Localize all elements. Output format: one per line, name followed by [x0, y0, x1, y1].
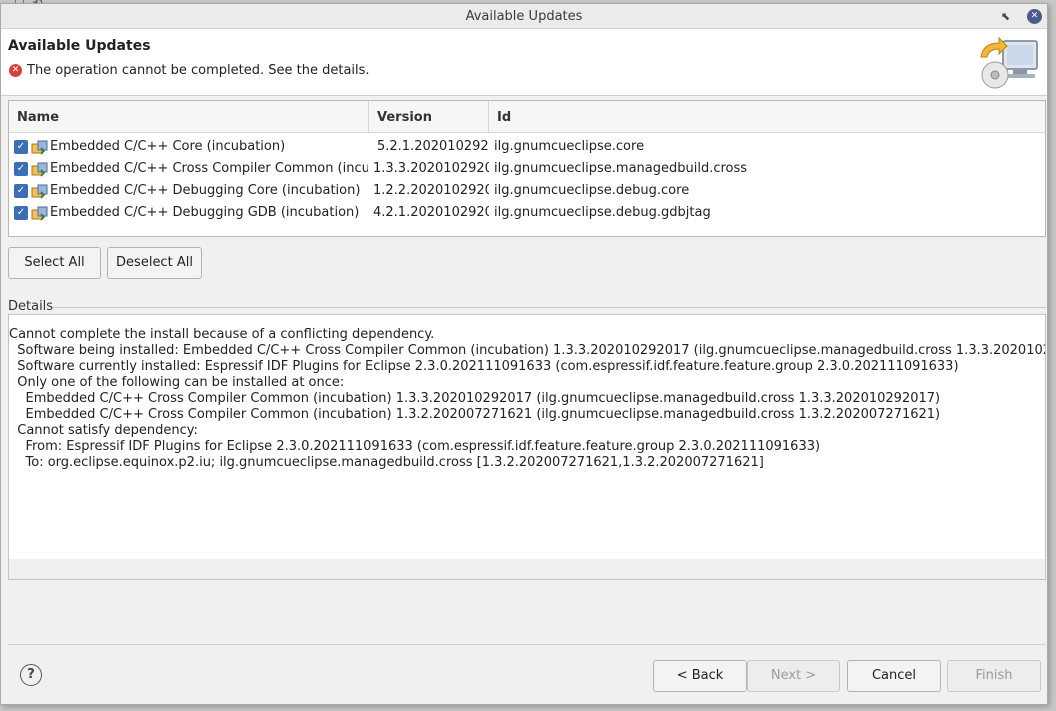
footer-separator: [8, 644, 1046, 645]
row-id: ilg.gnumcueclipse.core: [494, 139, 645, 154]
row-version: 5.2.1.2020102920: [377, 139, 489, 154]
details-footer-strip: [9, 559, 1045, 579]
feature-icon: [31, 162, 48, 177]
row-version: 1.3.3.2020102920: [373, 161, 489, 176]
table-row[interactable]: ✓ Embedded C/C++ Cross Compiler Common (…: [9, 158, 1045, 180]
details-line: Cannot complete the install because of a…: [9, 327, 435, 342]
details-text-area[interactable]: Cannot complete the install because of a…: [8, 314, 1046, 580]
feature-icon: [31, 184, 48, 199]
finish-button[interactable]: Finish: [947, 660, 1041, 692]
row-checkbox[interactable]: ✓: [14, 206, 28, 220]
row-name: Embedded C/C++ Debugging Core (incubatio…: [50, 183, 361, 198]
row-id: ilg.gnumcueclipse.debug.core: [494, 183, 690, 198]
error-icon: ✕: [9, 64, 22, 77]
details-line: From: Espressif IDF Plugins for Eclipse …: [9, 439, 821, 454]
details-line: Software being installed: Embedded C/C++…: [9, 343, 1046, 358]
window-title: Available Updates: [465, 9, 583, 24]
available-updates-dialog: Available Updates ⬉ ✕ Available Updates …: [0, 3, 1048, 705]
error-message-text: The operation cannot be completed. See t…: [27, 63, 370, 78]
row-name: Embedded C/C++ Core (incubation): [50, 139, 286, 154]
row-name: Embedded C/C++ Debugging GDB (incubation…: [50, 205, 360, 220]
row-checkbox[interactable]: ✓: [14, 184, 28, 198]
page-title: Available Updates: [8, 38, 151, 54]
details-line: To: org.eclipse.equinox.p2.iu; ilg.gnumc…: [9, 455, 764, 470]
details-line: Only one of the following can be install…: [9, 375, 345, 390]
title-bar: Available Updates ⬉ ✕: [1, 4, 1047, 29]
restore-icon[interactable]: ⬉: [998, 9, 1013, 24]
help-icon[interactable]: ?: [20, 664, 42, 686]
row-version: 4.2.1.2020102920: [373, 205, 489, 220]
close-icon[interactable]: ✕: [1027, 9, 1042, 24]
details-line: Embedded C/C++ Cross Compiler Common (in…: [9, 391, 941, 406]
details-line: Software currently installed: Espressif …: [9, 359, 959, 374]
update-wizard-icon: [980, 36, 1038, 89]
back-button[interactable]: < Back: [653, 660, 747, 692]
column-header-version[interactable]: Version: [369, 101, 489, 133]
details-divider: [53, 307, 1046, 308]
select-all-button[interactable]: Select All: [8, 247, 101, 279]
row-checkbox[interactable]: ✓: [14, 162, 28, 176]
row-checkbox[interactable]: ✓: [14, 140, 28, 154]
cancel-button[interactable]: Cancel: [847, 660, 941, 692]
wizard-banner: Available Updates ✕ The operation cannot…: [1, 29, 1047, 96]
row-id: ilg.gnumcueclipse.debug.gdbjtag: [494, 205, 711, 220]
feature-icon: [31, 140, 48, 155]
details-line: Embedded C/C++ Cross Compiler Common (in…: [9, 407, 941, 422]
deselect-all-button[interactable]: Deselect All: [107, 247, 202, 279]
column-header-id[interactable]: Id: [489, 101, 1045, 133]
details-label: Details: [8, 299, 54, 314]
row-id: ilg.gnumcueclipse.managedbuild.cross: [494, 161, 748, 176]
table-row[interactable]: ✓ Embedded C/C++ Debugging GDB (incubati…: [9, 202, 1045, 224]
row-version: 1.2.2.2020102920: [373, 183, 489, 198]
updates-table: Name Version Id ✓ Embedded C/C++ Core (i…: [8, 100, 1046, 237]
row-name: Embedded C/C++ Cross Compiler Common (in…: [50, 161, 368, 176]
column-header-name[interactable]: Name: [9, 101, 369, 133]
next-button[interactable]: Next >: [747, 660, 840, 692]
details-line: Cannot satisfy dependency:: [9, 423, 198, 438]
table-row[interactable]: ✓ Embedded C/C++ Debugging Core (incubat…: [9, 180, 1045, 202]
error-message: ✕ The operation cannot be completed. See…: [9, 63, 370, 78]
table-header: Name Version Id: [9, 101, 1045, 133]
table-row[interactable]: ✓ Embedded C/C++ Core (incubation) 5.2.1…: [9, 136, 1045, 158]
feature-icon: [31, 206, 48, 221]
